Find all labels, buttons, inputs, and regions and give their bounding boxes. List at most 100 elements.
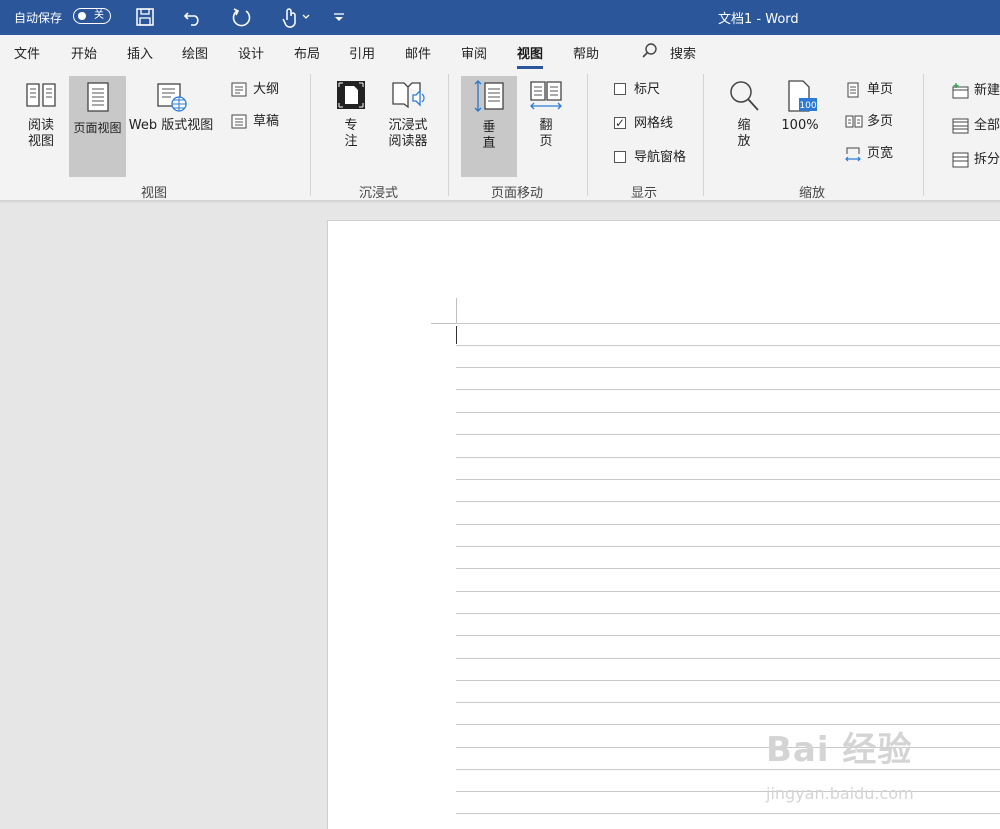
new-window-label: 新建	[974, 83, 1000, 98]
split-icon	[952, 152, 969, 168]
baidu-watermark: Bai 经验 jingyan.baidu.com	[766, 722, 914, 803]
vertical-button[interactable]: 垂 直	[461, 76, 517, 177]
outline-label: 大纲	[253, 82, 280, 97]
search-label[interactable]: 搜索	[670, 43, 696, 62]
margin-corner-mark	[456, 298, 457, 323]
read-mode-button[interactable]: 阅读 视图	[14, 78, 68, 178]
autosave-state: 关	[94, 10, 104, 21]
gridline	[456, 434, 1000, 435]
immersive-reader-label: 沉浸式 阅读器	[388, 118, 428, 149]
document-title: 文档1 - Word	[718, 12, 799, 27]
gridline	[456, 389, 1000, 390]
zoom-button[interactable]: 缩 放	[722, 78, 766, 178]
page-width-label: 页宽	[867, 146, 894, 161]
customize-qat-icon[interactable]	[330, 6, 348, 28]
redo-icon[interactable]	[230, 6, 252, 28]
outline-button[interactable]: 大纲	[231, 80, 291, 100]
group-divider	[310, 74, 311, 196]
new-window-button[interactable]: 新建	[952, 81, 1000, 101]
zoom-label: 缩 放	[737, 118, 751, 149]
gridlines-checkbox-box[interactable]	[614, 114, 626, 132]
web-layout-button[interactable]: Web 版式视图	[128, 78, 214, 178]
print-layout-button[interactable]: 页面视图	[69, 76, 126, 177]
gridline	[456, 367, 1000, 368]
tab-file[interactable]: 文件	[14, 43, 40, 62]
tab-home[interactable]: 开始	[71, 43, 97, 62]
gridline	[456, 680, 1000, 681]
gridline	[456, 724, 1000, 725]
ruler-checkbox[interactable]: 标尺	[614, 81, 684, 99]
navigation-pane-checkbox[interactable]: 导航窗格	[614, 149, 694, 167]
autosave-toggle[interactable]: 关	[73, 8, 111, 24]
ruler-checkbox-box[interactable]	[614, 83, 626, 95]
tab-insert[interactable]: 插入	[127, 43, 153, 62]
page-width-icon	[845, 147, 861, 162]
toggle-knob	[78, 12, 86, 20]
tab-help[interactable]: 帮助	[573, 43, 599, 62]
search-icon[interactable]	[641, 42, 659, 60]
views-group-label: 视图	[141, 186, 168, 201]
split-button[interactable]: 拆分	[952, 150, 1000, 170]
group-divider	[587, 74, 588, 196]
tab-review[interactable]: 审阅	[461, 43, 487, 62]
gridlines-label: 网格线	[634, 116, 674, 131]
vertical-label: 垂 直	[482, 120, 496, 151]
web-layout-label: Web 版式视图	[128, 118, 214, 133]
gridline	[456, 791, 1000, 792]
gridline	[456, 635, 1000, 636]
gridline	[456, 501, 1000, 502]
immersive-reader-icon	[392, 82, 425, 109]
print-layout-label: 页面视图	[73, 121, 122, 135]
gridline	[456, 747, 1000, 748]
gridline	[456, 546, 1000, 547]
gridline	[456, 702, 1000, 703]
split-label: 拆分	[974, 152, 1000, 167]
undo-icon[interactable]	[182, 6, 204, 28]
web-layout-icon	[157, 83, 187, 112]
immersive-reader-button[interactable]: 沉浸式 阅读器	[380, 78, 436, 178]
zoom-100-label: 100%	[781, 118, 819, 133]
group-divider	[923, 74, 924, 196]
side-to-side-label: 翻 页	[539, 118, 553, 149]
page-movement-group-label: 页面移动	[491, 186, 544, 201]
gridline	[456, 591, 1000, 592]
gridlines-checkbox[interactable]: 网格线	[614, 114, 684, 133]
one-page-button[interactable]: 单页	[845, 80, 905, 100]
tab-layout[interactable]: 布局	[294, 43, 320, 62]
tab-design[interactable]: 设计	[238, 43, 264, 62]
outline-icon	[231, 82, 247, 97]
page-width-button[interactable]: 页宽	[845, 144, 905, 164]
multiple-pages-button[interactable]: 多页	[845, 112, 905, 132]
draft-button[interactable]: 草稿	[231, 112, 291, 132]
gridline	[456, 345, 1000, 346]
touch-mode-icon[interactable]	[279, 6, 313, 28]
gridline	[456, 658, 1000, 659]
multiple-pages-label: 多页	[867, 114, 894, 129]
zoom-100-icon: 100	[788, 80, 817, 112]
focus-button[interactable]: 专 注	[330, 78, 372, 178]
tab-mailings[interactable]: 邮件	[405, 43, 431, 62]
print-layout-icon	[86, 82, 109, 112]
read-mode-label: 阅读 视图	[27, 118, 54, 149]
focus-icon	[337, 81, 365, 109]
text-cursor	[456, 326, 457, 344]
zoom-100-button[interactable]: 100 100%	[776, 78, 824, 178]
title-bar: 自动保存 关 文档1 - Word	[0, 0, 1000, 35]
gridline	[456, 479, 1000, 480]
new-window-icon	[952, 83, 969, 99]
tab-references[interactable]: 引用	[349, 43, 375, 62]
one-page-label: 单页	[867, 82, 894, 97]
gridline	[456, 613, 1000, 614]
one-page-icon	[847, 82, 859, 98]
side-to-side-button[interactable]: 翻 页	[520, 78, 572, 178]
read-mode-icon	[26, 83, 56, 107]
tab-view[interactable]: 视图	[517, 43, 544, 69]
tab-draw[interactable]: 绘图	[182, 43, 208, 62]
margin-corner-mark	[431, 323, 456, 324]
navigation-pane-checkbox-box[interactable]	[614, 151, 626, 163]
vertical-icon	[474, 80, 504, 112]
save-icon[interactable]	[134, 6, 156, 28]
multiple-pages-icon	[845, 115, 863, 128]
arrange-all-button[interactable]: 全部	[952, 116, 1000, 136]
draft-icon	[231, 114, 247, 129]
